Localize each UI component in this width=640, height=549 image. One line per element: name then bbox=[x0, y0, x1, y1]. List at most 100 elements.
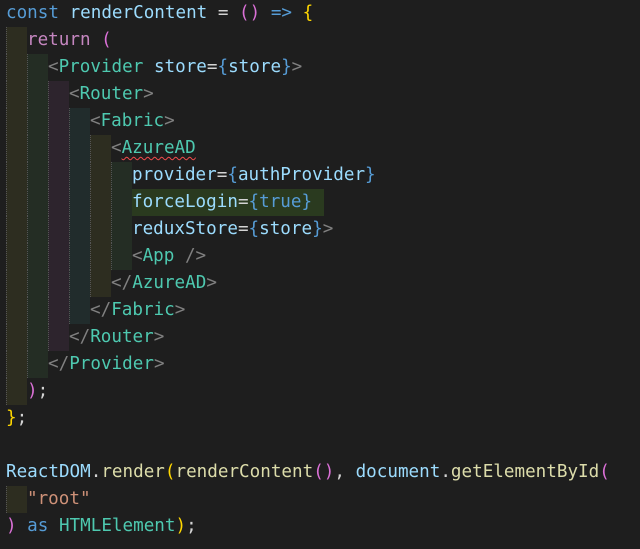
code-token: document bbox=[355, 462, 441, 482]
code-line[interactable]: <Provider store={store}> bbox=[0, 54, 640, 81]
code-text: <Router> bbox=[69, 81, 154, 108]
code-token: > bbox=[206, 273, 217, 293]
code-text: <AzureAD bbox=[111, 135, 196, 162]
code-token: > bbox=[174, 300, 186, 320]
code-token: , bbox=[334, 462, 356, 482]
indent-guide bbox=[6, 243, 27, 270]
indent-guide bbox=[69, 270, 90, 297]
indent-guide bbox=[90, 189, 111, 216]
code-token: true bbox=[259, 192, 302, 212]
code-text: return ( bbox=[27, 27, 112, 54]
code-token: = bbox=[206, 57, 218, 77]
code-token: </ bbox=[69, 327, 91, 347]
code-text: <Fabric> bbox=[90, 108, 175, 135]
indent-guide bbox=[27, 189, 48, 216]
indent-guide bbox=[111, 162, 132, 189]
code-line[interactable]: </Provider> bbox=[0, 351, 640, 378]
code-editor[interactable]: const renderContent = () => {return (<Pr… bbox=[0, 0, 640, 549]
code-token: } bbox=[6, 408, 17, 428]
code-token: </ bbox=[111, 273, 133, 293]
code-token: ; bbox=[37, 381, 49, 401]
indent-guide bbox=[90, 216, 111, 243]
code-token: { bbox=[227, 165, 238, 185]
indent-guide bbox=[111, 243, 132, 270]
code-token: getElementById bbox=[450, 462, 600, 482]
code-text: </Provider> bbox=[48, 351, 165, 378]
code-line[interactable]: provider={authProvider} bbox=[0, 162, 640, 189]
code-line[interactable]: "root" bbox=[0, 486, 640, 513]
indent-guide bbox=[6, 486, 27, 513]
indent-guide bbox=[48, 189, 69, 216]
code-token: ; bbox=[186, 516, 197, 536]
code-token: Fabric bbox=[100, 111, 165, 131]
code-text: "root" bbox=[27, 486, 91, 513]
code-token: Provider bbox=[58, 57, 144, 77]
code-token: = bbox=[207, 3, 240, 23]
indent-guide bbox=[69, 216, 90, 243]
indent-guide bbox=[69, 108, 90, 135]
code-token: render bbox=[101, 462, 165, 482]
indent-guide bbox=[27, 324, 48, 351]
code-line[interactable]: <Router> bbox=[0, 81, 640, 108]
code-token: < bbox=[90, 111, 101, 131]
indent-guide bbox=[27, 108, 48, 135]
code-line[interactable]: </Fabric> bbox=[0, 297, 640, 324]
code-line[interactable]: }; bbox=[0, 405, 640, 432]
code-token: /> bbox=[174, 246, 207, 266]
code-line[interactable]: </Router> bbox=[0, 324, 640, 351]
code-text: </Fabric> bbox=[90, 297, 185, 324]
code-line[interactable]: ); bbox=[0, 378, 640, 405]
indent-guide bbox=[27, 351, 48, 378]
code-line[interactable] bbox=[0, 432, 640, 459]
code-token: Router bbox=[79, 84, 144, 104]
indent-guide bbox=[6, 351, 27, 378]
code-token: = bbox=[216, 165, 228, 185]
code-token: ( bbox=[599, 462, 610, 482]
indent-guide bbox=[90, 162, 111, 189]
indent-guide bbox=[48, 135, 69, 162]
code-line[interactable]: </AzureAD> bbox=[0, 270, 640, 297]
indent-guide bbox=[6, 324, 27, 351]
code-line[interactable]: forceLogin={true} bbox=[0, 189, 640, 216]
code-token: AzureAD bbox=[132, 273, 207, 293]
indent-guide bbox=[48, 81, 69, 108]
code-token: } bbox=[281, 57, 292, 77]
code-line[interactable]: ReactDOM.render(renderContent(), documen… bbox=[0, 459, 640, 486]
indent-guide bbox=[6, 297, 27, 324]
code-token: { bbox=[302, 3, 314, 23]
indent-guide bbox=[6, 54, 27, 81]
code-text: ) as HTMLElement); bbox=[6, 513, 197, 540]
code-line[interactable]: reduxStore={store}> bbox=[0, 216, 640, 243]
code-token: = bbox=[237, 192, 249, 212]
indent-guide bbox=[111, 216, 132, 243]
code-text: </Router> bbox=[69, 324, 164, 351]
indent-guide bbox=[27, 270, 48, 297]
code-token: { bbox=[248, 219, 260, 239]
code-token: < bbox=[132, 246, 143, 266]
code-token: const bbox=[6, 3, 59, 23]
code-line[interactable]: const renderContent = () => { bbox=[0, 0, 640, 27]
code-line[interactable]: ) as HTMLElement); bbox=[0, 513, 640, 540]
code-token: > bbox=[164, 111, 175, 131]
code-line[interactable]: <Fabric> bbox=[0, 108, 640, 135]
indent-guide bbox=[48, 297, 69, 324]
code-line[interactable]: return ( bbox=[0, 27, 640, 54]
indent-guide bbox=[27, 135, 48, 162]
code-token: . bbox=[440, 462, 451, 482]
indent-guide bbox=[48, 270, 69, 297]
code-line[interactable]: <App /> bbox=[0, 243, 640, 270]
code-token: ( bbox=[164, 462, 176, 482]
code-text: ); bbox=[27, 378, 48, 405]
code-token: . bbox=[90, 462, 102, 482]
indent-guide bbox=[69, 162, 90, 189]
code-token: as bbox=[16, 516, 59, 536]
indent-guide bbox=[48, 108, 69, 135]
indent-guide bbox=[27, 297, 48, 324]
indent-guide bbox=[6, 270, 27, 297]
code-line[interactable]: <AzureAD bbox=[0, 135, 640, 162]
code-token: < bbox=[111, 138, 122, 158]
code-token: HTMLElement bbox=[58, 516, 176, 536]
code-token: return bbox=[27, 30, 91, 50]
